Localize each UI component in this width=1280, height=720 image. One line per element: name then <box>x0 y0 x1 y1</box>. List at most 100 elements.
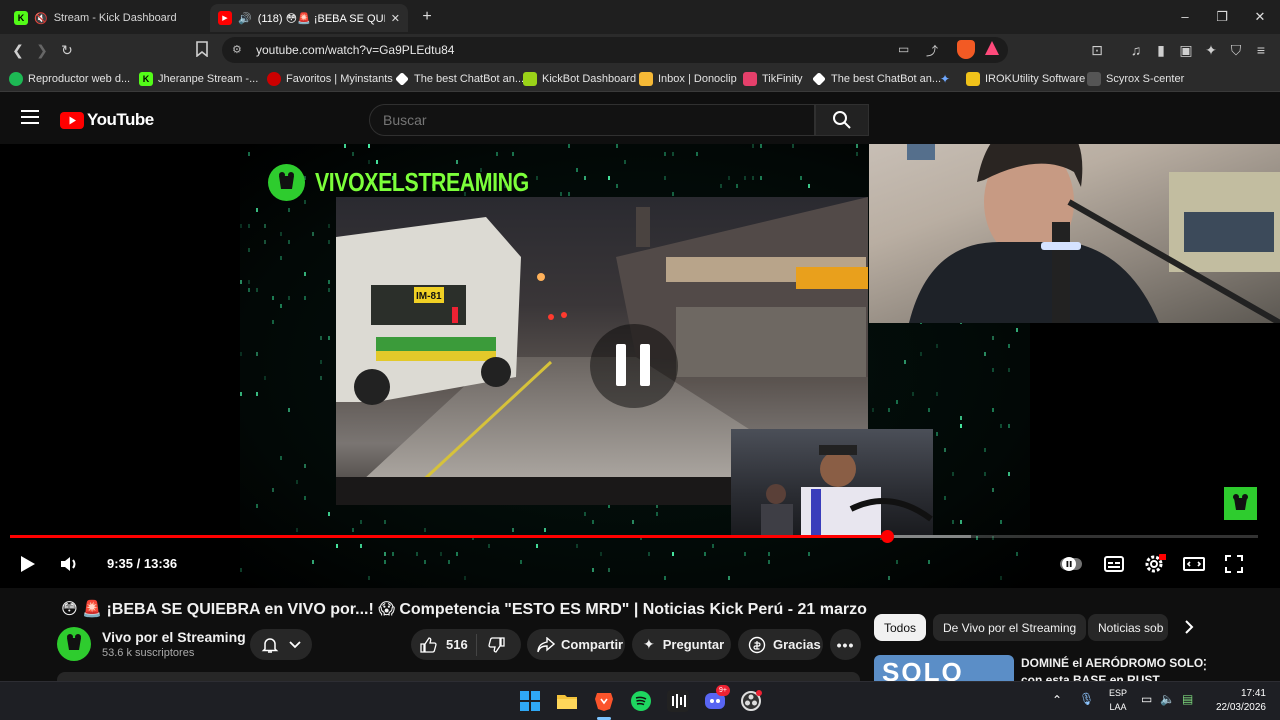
volume-button[interactable] <box>57 552 81 576</box>
video-title: 😳 🚨 ¡BEBA SE QUIEBRA en VIVO por...! 😱 C… <box>61 601 867 618</box>
audio-app-button[interactable] <box>667 690 689 712</box>
bookmark-label: IROKUtility Software <box>985 73 1086 85</box>
bookmark-chatbot[interactable]: The best ChatBot an... <box>395 71 524 87</box>
battery-icon[interactable]: ▤ <box>1182 692 1193 706</box>
folder-icon <box>557 695 577 709</box>
network-icon[interactable]: ▭ <box>1141 692 1152 706</box>
wallet-icon[interactable]: ▣ <box>1177 41 1195 59</box>
pause-overlay-button[interactable] <box>590 324 678 408</box>
theater-mode-button[interactable] <box>1182 552 1206 576</box>
brave-browser-button[interactable] <box>593 690 615 712</box>
ask-button[interactable]: ✦ Preguntar <box>632 629 731 660</box>
chevron-down-icon <box>289 640 301 648</box>
new-tab-button[interactable]: + <box>418 8 436 26</box>
menu-icon[interactable]: ≡ <box>1252 41 1270 59</box>
obs-button[interactable] <box>740 690 762 712</box>
clock-time[interactable]: 17:41 <box>1206 688 1266 699</box>
recommended-title-line2: con esta BASE en RUST <box>1021 673 1160 681</box>
vpn-icon[interactable]: ⛉ <box>1227 41 1245 59</box>
notifications-button[interactable] <box>250 629 312 660</box>
bookmark-myinstants[interactable]: Favoritos | Myinstants <box>267 71 393 87</box>
kickbot-icon <box>523 72 537 86</box>
like-button[interactable]: 516 <box>411 633 477 656</box>
channel-watermark-icon[interactable] <box>1224 487 1257 520</box>
subtitles-button[interactable] <box>1102 552 1126 576</box>
search-input[interactable] <box>383 112 783 128</box>
progress-bar[interactable] <box>10 530 1258 543</box>
channel-avatar[interactable] <box>57 627 91 661</box>
media-icon[interactable]: ♫ <box>1127 41 1145 59</box>
share-button[interactable]: Compartir <box>527 629 625 660</box>
audio-playing-icon[interactable]: 🔊 <box>238 12 252 25</box>
share-icon[interactable]: ⤴ <box>926 42 938 59</box>
screenshot-icon[interactable]: ⊡ <box>1088 41 1106 59</box>
chip-all[interactable]: Todos <box>874 614 927 641</box>
sparkle-icon: ✦ <box>643 636 655 652</box>
file-explorer-button[interactable] <box>556 690 578 712</box>
bookmark-sparkle[interactable]: ✦ <box>940 71 950 87</box>
tab-kick-dashboard[interactable]: K 🔇 Stream - Kick Dashboard <box>6 4 206 32</box>
site-info-icon[interactable]: ⚙ <box>232 43 242 56</box>
maximize-button[interactable]: ❐ <box>1213 8 1231 26</box>
back-icon[interactable]: ❮ <box>9 41 27 59</box>
brave-rewards-icon[interactable] <box>985 41 999 55</box>
bookmark-iroku[interactable]: IROKUtility Software <box>966 71 1085 87</box>
ask-label: Preguntar <box>662 637 725 652</box>
tab-close-icon[interactable]: ✕ <box>391 12 400 25</box>
brave-shields-icon[interactable] <box>957 40 975 59</box>
bookmark-label: TikFinity <box>762 73 803 85</box>
start-button[interactable] <box>519 690 541 712</box>
autoplay-toggle[interactable] <box>1058 552 1082 576</box>
hamburger-menu-icon[interactable] <box>21 110 39 124</box>
video-player[interactable]: VIVOXELSTREAMING IM-81 9:35 / 13:36 <box>0 144 1280 588</box>
discord-button[interactable]: 9+ <box>704 685 730 712</box>
recommended-more-icon[interactable]: ⋮ <box>1198 656 1212 673</box>
mute-icon[interactable]: 🔇 <box>34 12 48 25</box>
play-button[interactable] <box>15 552 39 576</box>
leo-ai-icon[interactable]: ✦ <box>1202 41 1220 59</box>
chevron-right-icon <box>1185 620 1194 634</box>
bookmark-icon[interactable] <box>195 41 213 59</box>
bookmark-kickbot[interactable]: KickBot Dashboard <box>523 71 636 87</box>
bookmark-label: KickBot Dashboard <box>542 73 637 85</box>
minimize-button[interactable]: – <box>1176 8 1194 26</box>
recommended-thumbnail[interactable]: SOLO <box>874 655 1014 681</box>
bookmark-spotify[interactable]: Reproductor web d... <box>9 71 130 87</box>
bookmark-label: The best ChatBot an... <box>831 73 942 85</box>
chip-from-channel[interactable]: De Vivo por el Streaming <box>933 614 1087 641</box>
bookmark-kick[interactable]: K Jheranpe Stream -... <box>139 71 258 87</box>
thanks-button[interactable]: Gracias <box>738 629 823 660</box>
reload-icon[interactable]: ↻ <box>58 41 76 59</box>
tab-youtube-video[interactable]: ▶ 🔊 (118) 😳🚨 ¡BEBA SE QUIEBR ✕ <box>210 4 408 32</box>
bookmark-donoclip[interactable]: Inbox | Donoclip <box>639 71 737 87</box>
brand-text: VIVOXELSTREAMING <box>315 167 529 197</box>
microphone-icon[interactable]: 🎙 <box>1079 692 1094 706</box>
speaker-icon[interactable]: 🔈 <box>1160 692 1175 706</box>
dislike-button[interactable] <box>477 636 506 654</box>
search-box[interactable] <box>369 104 815 136</box>
language-indicator-line1[interactable]: ESP <box>1106 688 1130 698</box>
settings-button[interactable] <box>1142 552 1166 576</box>
search-button[interactable] <box>815 104 869 136</box>
chips-next-button[interactable] <box>1180 618 1198 636</box>
bookmark-scyrox[interactable]: Scyrox S-center <box>1087 71 1184 87</box>
bookmark-tikfinity[interactable]: TikFinity <box>743 71 803 87</box>
chip-news[interactable]: Noticias sob <box>1088 614 1168 641</box>
sidebar-icon[interactable]: ▮ <box>1152 41 1170 59</box>
recommended-title[interactable]: DOMINÉ el AERÓDROMO SOLO <box>1021 656 1203 670</box>
channel-name[interactable]: Vivo por el Streaming <box>102 629 246 645</box>
forward-icon[interactable]: ❯ <box>33 41 51 59</box>
tray-chevron-icon[interactable]: ⌃ <box>1052 693 1062 707</box>
spotify-button[interactable] <box>630 690 652 712</box>
fullscreen-icon <box>1225 555 1243 573</box>
bookmark-chatbot-2[interactable]: The best ChatBot an... <box>812 71 941 87</box>
iroku-icon <box>966 72 980 86</box>
more-actions-button[interactable]: ••• <box>830 629 861 660</box>
address-bar[interactable]: ⚙ youtube.com/watch?v=Ga9PLEdtu84 ▭ ⤴ <box>222 37 1008 63</box>
close-window-button[interactable]: ✕ <box>1251 8 1269 26</box>
bookmark-label: Scyrox S-center <box>1106 73 1185 85</box>
youtube-logo[interactable]: YouTube <box>60 110 154 130</box>
fullscreen-button[interactable] <box>1222 552 1246 576</box>
cast-icon[interactable]: ▭ <box>898 42 909 56</box>
share-icon <box>537 636 555 652</box>
